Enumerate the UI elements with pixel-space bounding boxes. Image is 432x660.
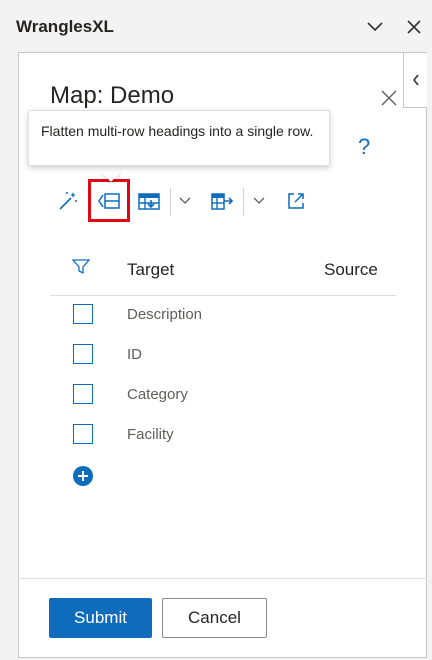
chevron-down-icon [367, 22, 383, 32]
column-header-target[interactable]: Target [127, 260, 174, 280]
column-header-source[interactable]: Source [324, 260, 378, 280]
magic-wand-icon [59, 192, 77, 210]
pane-title: WranglesXL [16, 17, 114, 36]
submit-button[interactable]: Submit [49, 598, 152, 638]
collapse-tab[interactable] [403, 52, 427, 108]
table-download-icon [138, 193, 160, 210]
filter-icon [71, 259, 91, 275]
chevron-left-icon [412, 74, 419, 86]
cancel-button[interactable]: Cancel [162, 598, 267, 638]
add-row-button[interactable] [73, 466, 93, 486]
close-map-button[interactable] [376, 86, 402, 110]
pane-close-button[interactable] [402, 14, 426, 40]
plus-icon [78, 471, 88, 481]
expand-icon [288, 193, 304, 209]
auto-map-button[interactable] [55, 186, 81, 216]
pane-header: WranglesXL [0, 0, 432, 54]
page-title: Map: Demo [50, 82, 175, 109]
row-checkbox[interactable] [73, 344, 93, 364]
pop-out-button[interactable] [284, 186, 308, 216]
row-label: Facility [127, 426, 174, 443]
row-label: ID [127, 346, 142, 363]
map-options-dropdown[interactable] [250, 186, 268, 216]
tooltip: Flatten multi-row headings into a single… [28, 110, 330, 166]
table-map-icon [211, 193, 234, 210]
close-icon [407, 20, 421, 34]
download-table-button[interactable] [136, 186, 162, 216]
highlight-box [88, 179, 130, 222]
toolbar-separator [243, 188, 244, 216]
filter-button[interactable] [71, 259, 91, 280]
header-divider [50, 295, 396, 296]
row-checkbox[interactable] [73, 424, 93, 444]
toolbar-separator [170, 188, 171, 216]
map-columns-button[interactable] [209, 186, 235, 216]
close-icon [381, 90, 397, 106]
pane-options-button[interactable] [363, 14, 387, 40]
row-checkbox[interactable] [73, 304, 93, 324]
footer-divider [18, 578, 427, 579]
row-label: Description [127, 306, 203, 323]
chevron-down-icon [253, 197, 265, 204]
row-checkbox[interactable] [73, 384, 93, 404]
help-button[interactable]: ? [358, 134, 370, 160]
download-options-dropdown[interactable] [176, 186, 194, 216]
row-label: Category [127, 386, 188, 403]
chevron-down-icon [179, 197, 191, 204]
